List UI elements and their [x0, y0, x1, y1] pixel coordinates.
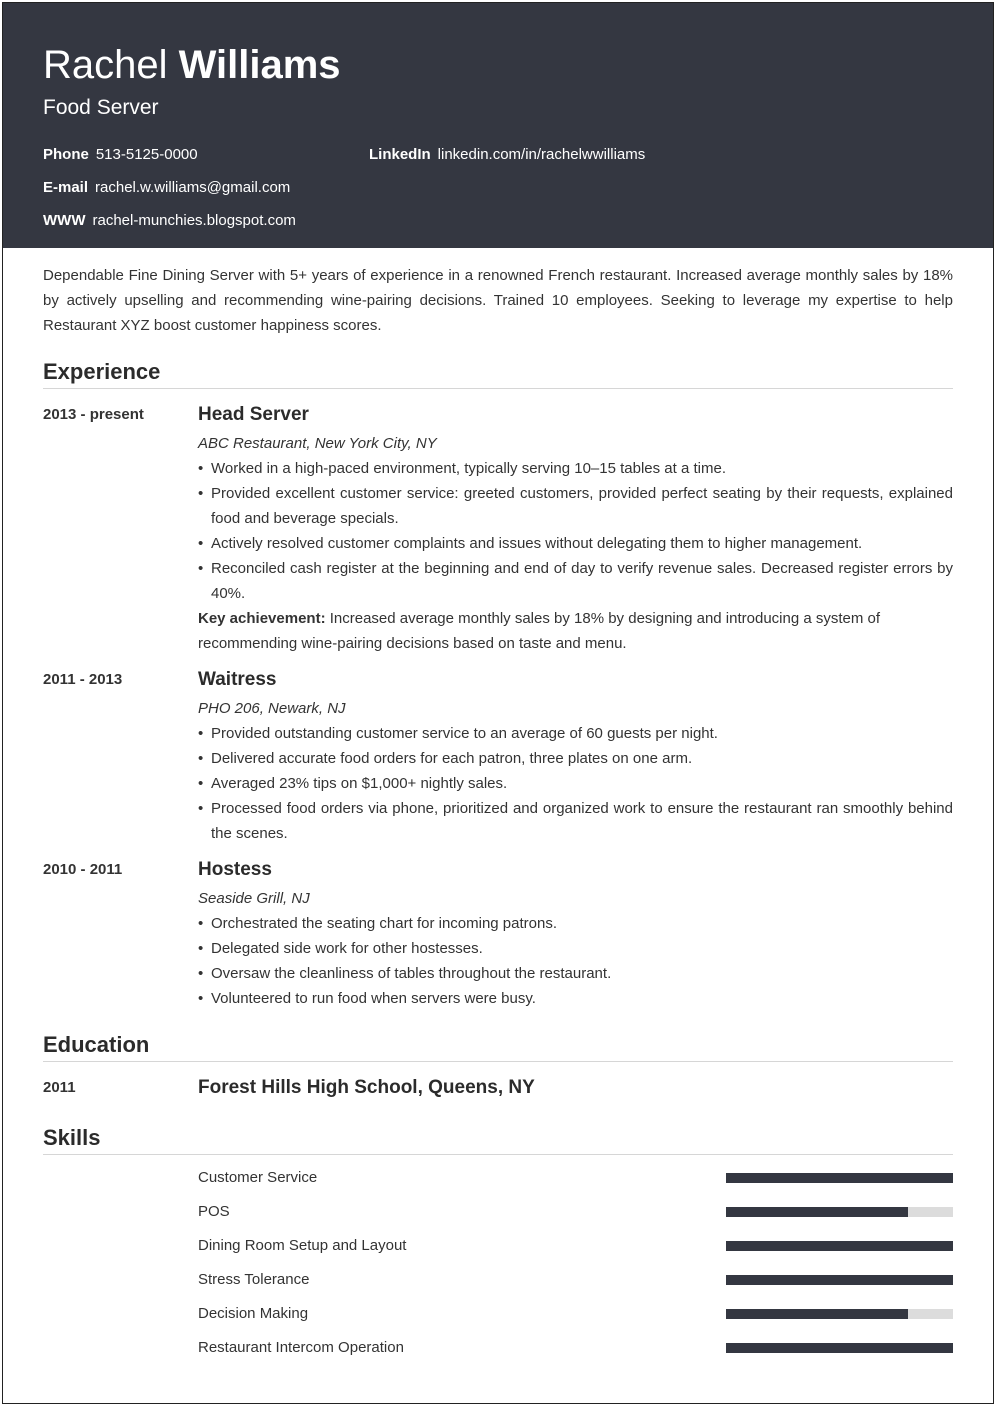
- job-company: PHO 206, Newark, NJ: [198, 700, 346, 717]
- skill-name: Dining Room Setup and Layout: [198, 1237, 407, 1254]
- contact-value[interactable]: linkedin.com/in/rachelwwilliams: [438, 146, 646, 163]
- skill-level-fill: [726, 1309, 908, 1319]
- education-year: 2011: [43, 1079, 76, 1096]
- skill-level-bar: [726, 1309, 953, 1319]
- skill-level-fill: [726, 1275, 953, 1285]
- job-bullets: Provided outstanding customer service to…: [198, 721, 953, 846]
- skill-name: Stress Tolerance: [198, 1271, 310, 1288]
- skill-level-fill: [726, 1241, 953, 1251]
- first-name: Rachel: [43, 43, 168, 87]
- contact-phone: Phone 513-5125-0000: [43, 145, 198, 165]
- contact-label: Phone: [43, 146, 89, 163]
- job-title: Food Server: [43, 96, 159, 119]
- job-dates: 2013 - present: [43, 406, 144, 423]
- candidate-name: Rachel Williams: [43, 41, 341, 89]
- list-item: Delegated side work for other hostesses.: [198, 936, 953, 961]
- job-role: Waitress: [198, 669, 277, 690]
- list-item: Orchestrated the seating chart for incom…: [198, 911, 953, 936]
- resume-page: Rachel Williams Food Server Phone 513-512…: [2, 2, 994, 1404]
- list-item: Processed food orders via phone, priorit…: [198, 796, 953, 846]
- list-item: Actively resolved customer complaints an…: [198, 531, 953, 556]
- contact-value[interactable]: rachel-munchies.blogspot.com: [92, 212, 295, 229]
- job-company: Seaside Grill, NJ: [198, 890, 310, 907]
- profile-summary: Dependable Fine Dining Server with 5+ ye…: [43, 267, 953, 334]
- skill-level-fill: [726, 1207, 908, 1217]
- skill-name: POS: [198, 1203, 230, 1220]
- job-bullets: Worked in a high-paced environment, typi…: [198, 456, 953, 606]
- list-item: Worked in a high-paced environment, typi…: [198, 456, 953, 481]
- experience-heading: Experience: [43, 359, 161, 384]
- key-achievement: Key achievement: Increased average month…: [198, 606, 898, 656]
- education-school: Forest Hills High School, Queens, NY: [198, 1077, 535, 1098]
- contact-value[interactable]: rachel.w.williams@gmail.com: [95, 179, 290, 196]
- contact-website: WWW rachel-munchies.blogspot.com: [43, 211, 296, 231]
- skill-level-fill: [726, 1173, 953, 1183]
- job-role: Hostess: [198, 859, 272, 880]
- list-item: Provided outstanding customer service to…: [198, 721, 953, 746]
- skill-level-bar: [726, 1173, 953, 1183]
- contact-email: E-mail rachel.w.williams@gmail.com: [43, 178, 290, 198]
- skill-level-bar: [726, 1241, 953, 1251]
- list-item: Averaged 23% tips on $1,000+ nightly sal…: [198, 771, 953, 796]
- skill-name: Restaurant Intercom Operation: [198, 1339, 404, 1356]
- skill-level-bar: [726, 1275, 953, 1285]
- skill-level-bar: [726, 1343, 953, 1353]
- skill-name: Decision Making: [198, 1305, 309, 1322]
- job-company: ABC Restaurant, New York City, NY: [198, 435, 437, 452]
- resume-header: Rachel Williams Food Server Phone 513-512…: [3, 3, 993, 248]
- contact-label: E-mail: [43, 179, 89, 196]
- last-name: Williams: [178, 43, 341, 87]
- skill-name: Customer Service: [198, 1169, 318, 1186]
- list-item: Volunteered to run food when servers wer…: [198, 986, 953, 1011]
- job-dates: 2010 - 2011: [43, 861, 123, 878]
- list-item: Reconciled cash register at the beginnin…: [198, 556, 953, 606]
- skill-level-bar: [726, 1207, 953, 1217]
- job-bullets: Orchestrated the seating chart for incom…: [198, 911, 953, 1011]
- contact-label: LinkedIn: [369, 146, 431, 163]
- job-dates: 2011 - 2013: [43, 671, 123, 688]
- list-item: Oversaw the cleanliness of tables throug…: [198, 961, 953, 986]
- skill-level-fill: [726, 1343, 953, 1353]
- contact-value[interactable]: 513-5125-0000: [96, 146, 198, 163]
- list-item: Delivered accurate food orders for each …: [198, 746, 953, 771]
- contact-label: WWW: [43, 212, 86, 229]
- section-divider: [43, 1154, 953, 1155]
- job-role: Head Server: [198, 404, 309, 425]
- section-divider: [43, 1061, 953, 1062]
- achievement-label: Key achievement:: [198, 610, 326, 627]
- education-heading: Education: [43, 1032, 150, 1057]
- contact-linkedin: LinkedIn linkedin.com/in/rachelwwilliams: [369, 145, 645, 165]
- skills-heading: Skills: [43, 1125, 101, 1150]
- section-divider: [43, 388, 953, 389]
- list-item: Provided excellent customer service: gre…: [198, 481, 953, 531]
